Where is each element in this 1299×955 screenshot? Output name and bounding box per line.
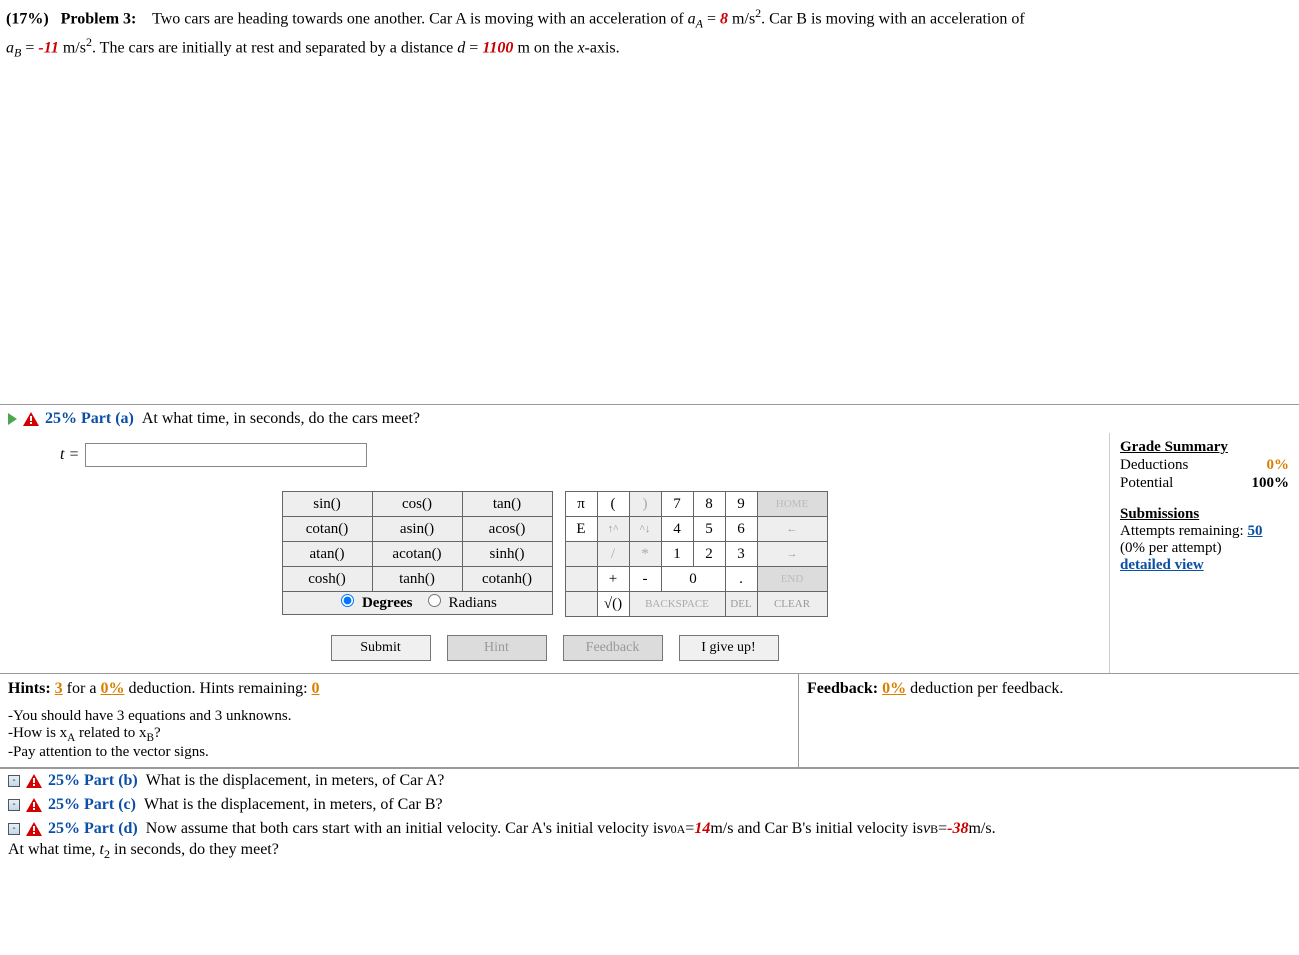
key-slash[interactable]: / <box>597 542 629 567</box>
function-keypad: sin() cos() tan() cotan() asin() acos() … <box>282 491 553 592</box>
radians-option[interactable]: Radians <box>424 595 497 611</box>
key-cosh[interactable]: cosh() <box>282 567 372 592</box>
key-asin[interactable]: asin() <box>372 517 462 542</box>
key-end[interactable]: END <box>757 567 827 592</box>
part-b-row[interactable]: - 25% Part (b) What is the displacement,… <box>0 769 1299 793</box>
key-acotan[interactable]: acotan() <box>372 542 462 567</box>
expand-icon[interactable] <box>8 413 17 425</box>
key-del[interactable]: DEL <box>725 592 757 617</box>
key-4[interactable]: 4 <box>661 517 693 542</box>
problem-statement: (17%) Problem 3: Two cars are heading to… <box>0 0 1299 65</box>
key-caret-down[interactable]: ^↓ <box>629 517 661 542</box>
grade-summary-header: Grade Summary <box>1120 439 1289 456</box>
hint-item: -How is xA related to xB? <box>8 725 790 744</box>
grade-summary-panel: Grade Summary Deductions0% Potential100%… <box>1109 433 1299 673</box>
key-sqrt[interactable]: √() <box>597 592 629 617</box>
key-3[interactable]: 3 <box>725 542 757 567</box>
answer-var-label: t = <box>60 446 79 464</box>
part-a-header: 25% Part (a) At what time, in seconds, d… <box>0 405 1299 433</box>
key-acos[interactable]: acos() <box>462 517 552 542</box>
key-5[interactable]: 5 <box>693 517 725 542</box>
key-blank2 <box>565 567 597 592</box>
part-d-row[interactable]: - 25% Part (d) Now assume that both cars… <box>0 817 1299 841</box>
giveup-button[interactable]: I give up! <box>679 635 779 661</box>
problem-label: Problem 3: <box>61 10 137 27</box>
action-buttons: Submit Hint Feedback I give up! <box>0 621 1109 673</box>
feedback-button[interactable]: Feedback <box>563 635 663 661</box>
key-tanh[interactable]: tanh() <box>372 567 462 592</box>
feedback-panel: Feedback: 0% deduction per feedback. <box>799 674 1299 767</box>
key-atan[interactable]: atan() <box>282 542 372 567</box>
expand-icon[interactable]: - <box>8 799 20 811</box>
degrees-radio[interactable] <box>341 594 354 607</box>
hints-panel: Hints: 3 for a 0% deduction. Hints remai… <box>0 674 799 767</box>
part-d-line2: At what time, t2 in seconds, do they mee… <box>0 841 1299 870</box>
key-backspace[interactable]: BACKSPACE <box>629 592 725 617</box>
key-right[interactable]: → <box>757 542 827 567</box>
key-cotanh[interactable]: cotanh() <box>462 567 552 592</box>
submit-button[interactable]: Submit <box>331 635 431 661</box>
radians-radio[interactable] <box>428 594 441 607</box>
key-tan[interactable]: tan() <box>462 492 552 517</box>
key-star[interactable]: * <box>629 542 661 567</box>
problem-percent: (17%) <box>6 10 49 27</box>
warning-icon <box>23 412 39 426</box>
part-c-row[interactable]: - 25% Part (c) What is the displacement,… <box>0 793 1299 817</box>
numeric-keypad: π ( ) 7 8 9 HOME E ↑^ ^↓ 4 <box>565 491 828 617</box>
key-8[interactable]: 8 <box>693 492 725 517</box>
key-plus[interactable]: + <box>597 567 629 592</box>
hint-button[interactable]: Hint <box>447 635 547 661</box>
answer-row: t = <box>0 433 1109 483</box>
key-pi[interactable]: π <box>565 492 597 517</box>
detailed-view-link[interactable]: detailed view <box>1120 557 1204 573</box>
part-a-text: At what time, in seconds, do the cars me… <box>142 410 420 428</box>
key-rparen[interactable]: ) <box>629 492 661 517</box>
warning-icon <box>26 798 42 812</box>
key-blank <box>565 542 597 567</box>
key-blank3 <box>565 592 597 617</box>
key-minus[interactable]: - <box>629 567 661 592</box>
key-7[interactable]: 7 <box>661 492 693 517</box>
key-6[interactable]: 6 <box>725 517 757 542</box>
key-home[interactable]: HOME <box>757 492 827 517</box>
warning-icon <box>26 774 42 788</box>
key-2[interactable]: 2 <box>693 542 725 567</box>
warning-icon <box>26 822 42 836</box>
keypad-area: sin() cos() tan() cotan() asin() acos() … <box>0 483 1109 621</box>
degrees-option[interactable]: Degrees <box>337 595 412 611</box>
hint-item: -You should have 3 equations and 3 unkno… <box>8 708 790 725</box>
key-caret-up[interactable]: ↑^ <box>597 517 629 542</box>
key-clear[interactable]: CLEAR <box>757 592 827 617</box>
key-sin[interactable]: sin() <box>282 492 372 517</box>
submissions-header: Submissions <box>1120 506 1289 523</box>
key-e[interactable]: E <box>565 517 597 542</box>
key-1[interactable]: 1 <box>661 542 693 567</box>
angle-mode-row: Degrees Radians <box>282 592 553 615</box>
key-cos[interactable]: cos() <box>372 492 462 517</box>
key-0[interactable]: 0 <box>661 567 725 592</box>
key-sinh[interactable]: sinh() <box>462 542 552 567</box>
key-lparen[interactable]: ( <box>597 492 629 517</box>
expand-icon[interactable]: - <box>8 775 20 787</box>
part-a-label: 25% Part (a) <box>45 410 134 428</box>
expand-icon[interactable]: - <box>8 823 20 835</box>
key-cotan[interactable]: cotan() <box>282 517 372 542</box>
key-9[interactable]: 9 <box>725 492 757 517</box>
hint-item: -Pay attention to the vector signs. <box>8 744 790 761</box>
key-dot[interactable]: . <box>725 567 757 592</box>
key-left[interactable]: ← <box>757 517 827 542</box>
answer-input[interactable] <box>85 443 367 467</box>
